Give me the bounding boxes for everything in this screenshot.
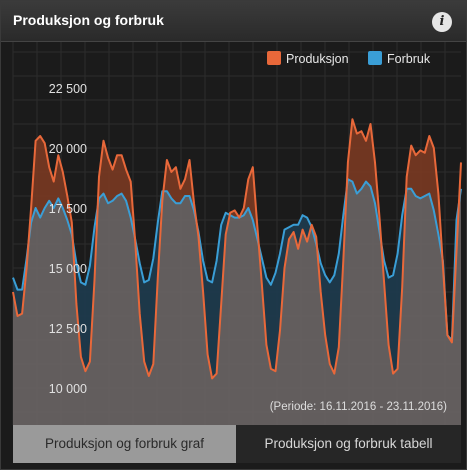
y-tick-label: 15 000 xyxy=(49,262,87,276)
tab-bar: Produksjon og forbruk graf Produksjon og… xyxy=(13,425,461,463)
widget-panel: Produksjon og forbruk i 10 000 12 500 15 0… xyxy=(0,0,467,470)
tab-graph[interactable]: Produksjon og forbruk graf xyxy=(13,425,236,463)
tab-table[interactable]: Produksjon og forbruk tabell xyxy=(236,425,461,463)
legend-swatch xyxy=(267,51,281,65)
legend-swatch xyxy=(368,51,382,65)
y-tick-label: 10 000 xyxy=(49,382,87,396)
widget-header: Produksjon og forbruk i xyxy=(1,1,466,42)
legend-label: Forbruk xyxy=(387,52,431,66)
legend-item-produksjon[interactable]: Produksjon xyxy=(267,51,349,66)
chart-area: 10 000 12 500 15 000 17 500 20 000 22 500 Pro… xyxy=(1,42,466,425)
period-label: (Periode: 16.11.2016 - 23.11.2016) xyxy=(270,401,447,413)
legend-item-forbruk[interactable]: Forbruk xyxy=(368,51,431,66)
y-tick-label: 17 500 xyxy=(49,202,87,216)
y-tick-label: 12 500 xyxy=(49,322,87,336)
y-tick-label: 20 000 xyxy=(49,142,87,156)
widget-title: Produksjon og forbruk xyxy=(13,12,164,28)
chart-svg: 10 000 12 500 15 000 17 500 20 000 22 500 Pro… xyxy=(12,42,462,425)
y-tick-label: 22 500 xyxy=(49,82,87,96)
legend-label: Produksjon xyxy=(286,52,349,66)
info-icon[interactable]: i xyxy=(432,12,452,32)
